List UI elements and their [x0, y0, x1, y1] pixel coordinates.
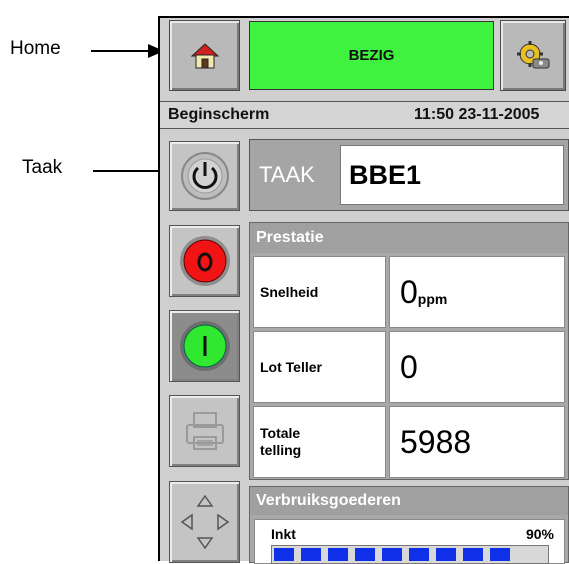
power-button[interactable]: [169, 141, 240, 211]
ink-level-bar: [271, 545, 549, 564]
speed-label: Snelheid: [253, 256, 386, 328]
ink-level-segment: [382, 548, 402, 561]
status-indicator: BEZIG: [249, 21, 494, 90]
ink-level-panel[interactable]: Inkt 90%: [254, 519, 565, 564]
print-button[interactable]: [169, 395, 240, 467]
home-callout-line: [91, 50, 149, 52]
speed-number: 0: [400, 273, 418, 310]
power-icon: [180, 152, 229, 200]
screen-title: Beginscherm: [168, 106, 270, 123]
consumables-panel: Verbruiksgoederen Inkt 90%: [249, 486, 569, 564]
performance-header: Prestatie: [250, 223, 568, 253]
stop-button[interactable]: [169, 225, 240, 297]
home-button[interactable]: [169, 20, 240, 91]
job-name[interactable]: BBE1: [340, 145, 564, 205]
settings-button[interactable]: [500, 20, 566, 91]
lot-counter-value: 0: [389, 331, 565, 403]
ink-level-segment: [409, 548, 429, 561]
navigation-arrows-icon: [180, 494, 229, 550]
ink-level-segment: [436, 548, 456, 561]
ink-level-segment: [328, 548, 348, 561]
printer-icon: [185, 412, 224, 450]
ink-percent: 90%: [525, 526, 554, 542]
start-button[interactable]: [169, 310, 240, 382]
performance-panel: Prestatie Snelheid 0 ppm Lot Teller 0 Tot…: [249, 222, 569, 480]
total-count-value: 5988: [389, 406, 565, 478]
home-icon: [190, 42, 219, 68]
ink-label: Inkt: [271, 526, 296, 542]
ink-level-segment: [301, 548, 321, 561]
lot-counter-label: Lot Teller: [253, 331, 386, 403]
ink-level-segment: [490, 548, 510, 561]
ink-level-segment: [274, 548, 294, 561]
ink-level-segment: [463, 548, 483, 561]
stop-icon: [179, 236, 230, 286]
consumables-header: Verbruiksgoederen: [250, 487, 568, 515]
status-text: BEZIG: [348, 47, 395, 64]
info-bar: Beginscherm 11:50 23-11-2005: [160, 101, 569, 129]
job-panel: TAAK BBE1: [249, 139, 569, 211]
date-time: 11:50 23-11-2005: [414, 106, 540, 123]
total-count-label: Totale telling: [253, 406, 386, 478]
settings-gear-icon: [517, 40, 550, 68]
speed-value: 0 ppm: [389, 256, 565, 328]
taak-callout-label: Taak: [22, 157, 63, 178]
printer-touch-screen: BEZIG Beginscherm 11:50 23-11-2005 TAAK …: [158, 16, 569, 564]
ink-level-segment: [355, 548, 375, 561]
start-icon: [179, 321, 230, 371]
speed-unit: ppm: [417, 291, 448, 307]
home-callout-label: Home: [10, 38, 61, 59]
navigation-button[interactable]: [169, 481, 240, 563]
job-label: TAAK: [259, 162, 315, 187]
